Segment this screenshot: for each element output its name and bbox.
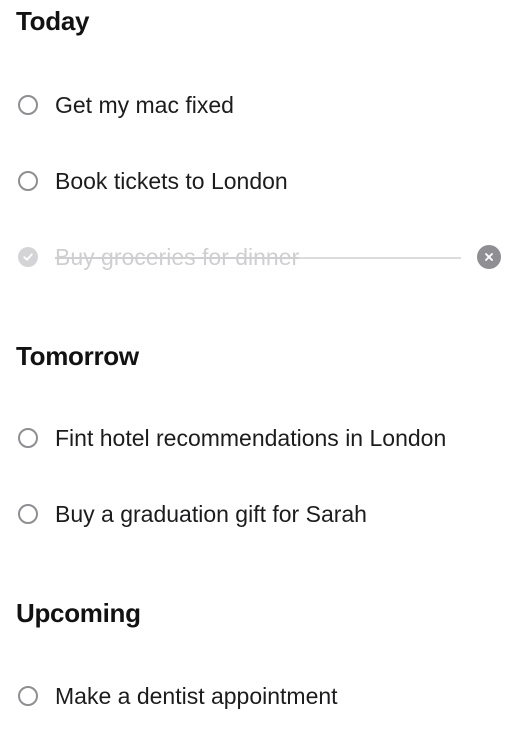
task-item-completed[interactable]: Buy groceries for dinner bbox=[16, 240, 503, 274]
task-label: Book tickets to London bbox=[55, 168, 288, 194]
circle-icon[interactable] bbox=[18, 428, 38, 448]
circle-icon[interactable] bbox=[18, 686, 38, 706]
section-title-upcoming: Upcoming bbox=[16, 598, 141, 628]
task-item[interactable]: Get my mac fixed bbox=[16, 88, 503, 122]
section-title-tomorrow: Tomorrow bbox=[16, 341, 139, 371]
task-label: Buy a graduation gift for Sarah bbox=[55, 501, 367, 527]
section-title-today: Today bbox=[16, 6, 90, 36]
task-label: Make a dentist appointment bbox=[55, 683, 338, 709]
task-label: Fint hotel recommendations in London bbox=[55, 425, 447, 451]
circle-icon[interactable] bbox=[18, 171, 38, 191]
task-label: Get my mac fixed bbox=[55, 92, 234, 118]
strikethrough-line bbox=[299, 257, 461, 259]
task-item[interactable]: Make a dentist appointment bbox=[16, 679, 503, 713]
circle-icon[interactable] bbox=[18, 504, 38, 524]
task-item[interactable]: Fint hotel recommendations in London bbox=[16, 421, 503, 455]
close-circle-icon[interactable] bbox=[477, 245, 501, 269]
task-item[interactable]: Book tickets to London bbox=[16, 164, 503, 198]
task-item[interactable]: Buy a graduation gift for Sarah bbox=[16, 497, 503, 531]
circle-icon[interactable] bbox=[18, 95, 38, 115]
checkmark-circle-icon[interactable] bbox=[18, 247, 38, 267]
task-label: Buy groceries for dinner bbox=[55, 244, 300, 270]
